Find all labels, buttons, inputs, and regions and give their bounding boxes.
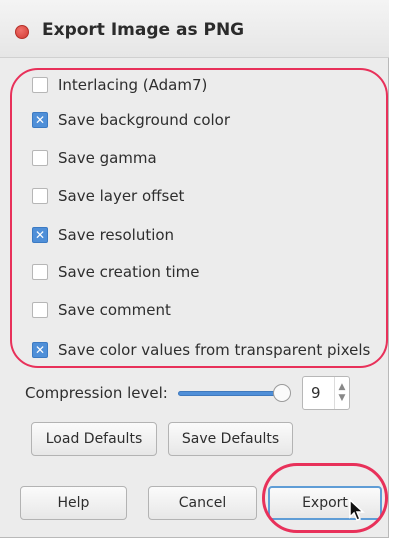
- save-resolution-checkbox[interactable]: ✕: [32, 227, 48, 243]
- slider-track[interactable]: [177, 391, 282, 396]
- option-interlacing[interactable]: Interlacing (Adam7): [32, 72, 207, 98]
- option-save-creation-time[interactable]: Save creation time: [32, 259, 199, 285]
- export-png-dialog: Export Image as PNG Interlacing (Adam7) …: [0, 0, 389, 538]
- export-button[interactable]: Export: [268, 486, 382, 520]
- compression-value[interactable]: 9: [303, 384, 334, 402]
- chevron-down-icon[interactable]: ▼: [339, 393, 346, 404]
- save-comment-checkbox[interactable]: [32, 302, 48, 318]
- save-background-color-label: Save background color: [58, 111, 231, 129]
- checkmark-icon: ✕: [34, 228, 46, 242]
- save-comment-label: Save comment: [58, 301, 171, 319]
- option-save-comment[interactable]: Save comment: [32, 297, 171, 323]
- load-defaults-button[interactable]: Load Defaults: [31, 422, 157, 456]
- option-save-layer-offset[interactable]: Save layer offset: [32, 183, 184, 209]
- dialog-title: Export Image as PNG: [42, 20, 245, 40]
- save-creation-time-checkbox[interactable]: [32, 264, 48, 280]
- dialog-titlebar: Export Image as PNG: [0, 0, 389, 58]
- chevron-up-icon[interactable]: ▲: [339, 382, 346, 393]
- slider-thumb[interactable]: [272, 384, 291, 402]
- spin-arrows[interactable]: ▲ ▼: [334, 377, 349, 409]
- save-gamma-label: Save gamma: [58, 149, 157, 167]
- compression-label: Compression level:: [25, 384, 168, 402]
- save-transparent-color-values-checkbox[interactable]: ✕: [32, 342, 48, 358]
- compression-row: Compression level:: [25, 376, 291, 410]
- save-resolution-label: Save resolution: [58, 226, 175, 244]
- save-layer-offset-label: Save layer offset: [58, 187, 185, 205]
- save-background-color-checkbox[interactable]: ✕: [32, 112, 48, 128]
- save-gamma-checkbox[interactable]: [32, 150, 48, 166]
- save-defaults-button[interactable]: Save Defaults: [168, 422, 293, 456]
- save-layer-offset-checkbox[interactable]: [32, 188, 48, 204]
- help-button[interactable]: Help: [20, 486, 127, 520]
- compression-slider[interactable]: [177, 382, 291, 404]
- close-icon[interactable]: [15, 25, 29, 39]
- cancel-button[interactable]: Cancel: [148, 486, 257, 520]
- option-save-gamma[interactable]: Save gamma: [32, 145, 157, 171]
- option-save-background-color[interactable]: ✕ Save background color: [32, 107, 230, 133]
- option-save-resolution[interactable]: ✕ Save resolution: [32, 222, 174, 248]
- save-creation-time-label: Save creation time: [58, 263, 200, 281]
- save-transparent-color-values-label: Save color values from transparent pixel…: [58, 341, 371, 359]
- interlacing-checkbox[interactable]: [32, 77, 48, 93]
- option-save-transparent-color-values[interactable]: ✕ Save color values from transparent pix…: [32, 337, 370, 363]
- interlacing-label: Interlacing (Adam7): [58, 76, 208, 94]
- compression-spinbutton[interactable]: 9 ▲ ▼: [302, 376, 350, 410]
- checkmark-icon: ✕: [34, 113, 46, 127]
- checkmark-icon: ✕: [34, 343, 46, 357]
